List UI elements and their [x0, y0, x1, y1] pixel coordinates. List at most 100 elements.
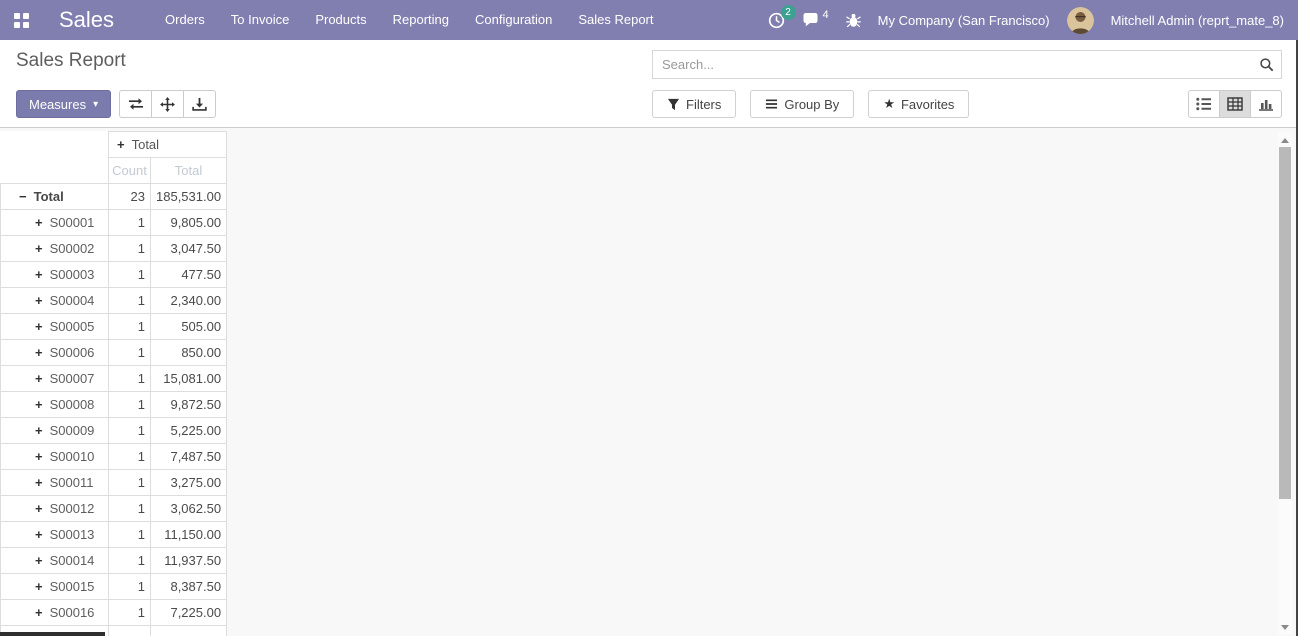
pivot-grid-icon	[1227, 97, 1243, 111]
row-header[interactable]: +S00007	[1, 366, 109, 392]
total-cell: 8,387.50	[151, 574, 227, 600]
row-header[interactable]: +S00012	[1, 496, 109, 522]
table-row: +S0001518,387.50	[1, 574, 227, 600]
row-header[interactable]: +S00006	[1, 340, 109, 366]
window-edge-bottom	[0, 632, 105, 636]
expand-icon[interactable]: +	[35, 241, 43, 256]
expand-icon[interactable]: +	[35, 605, 43, 620]
count-cell: 1	[109, 340, 151, 366]
count-cell: 1	[109, 470, 151, 496]
app-brand[interactable]: Sales	[59, 7, 114, 33]
nav-menu-item[interactable]: Sales Report	[565, 0, 666, 40]
total-cell: 11,150.00	[151, 522, 227, 548]
table-row: +S00014111,937.50	[1, 548, 227, 574]
chart-view-button[interactable]	[1250, 90, 1282, 118]
expand-icon[interactable]: +	[35, 579, 43, 594]
total-cell: 15,081.00	[151, 366, 227, 392]
row-header[interactable]: −Total	[1, 184, 109, 210]
download-xlsx-button[interactable]	[183, 90, 216, 118]
nav-menu-item[interactable]: Reporting	[380, 0, 462, 40]
vertical-scrollbar[interactable]	[1278, 132, 1292, 634]
expand-icon[interactable]: +	[35, 345, 43, 360]
top-navbar: Sales OrdersTo InvoiceProductsReportingC…	[0, 0, 1298, 40]
expand-icon[interactable]: +	[35, 371, 43, 386]
column-header-total[interactable]: Total	[151, 158, 227, 184]
expand-icon[interactable]: +	[35, 397, 43, 412]
row-header[interactable]: +S00015	[1, 574, 109, 600]
expand-icon[interactable]: +	[35, 475, 43, 490]
expand-icon[interactable]: +	[35, 501, 43, 516]
row-header[interactable]: +S00001	[1, 210, 109, 236]
expand-icon[interactable]: +	[35, 293, 43, 308]
pivot-view-button[interactable]	[1219, 90, 1251, 118]
company-menu[interactable]: My Company (San Francisco)	[878, 13, 1050, 28]
row-header[interactable]: +S00016	[1, 600, 109, 626]
pivot-table: +Total Count Total −Total23185,531.00+S0…	[0, 131, 227, 636]
nav-menu-item[interactable]: To Invoice	[218, 0, 303, 40]
expand-icon[interactable]: +	[35, 527, 43, 542]
measures-button[interactable]: Measures ▾	[16, 90, 111, 118]
expand-icon[interactable]: +	[35, 267, 43, 282]
table-row: +S0000819,872.50	[1, 392, 227, 418]
expand-all-button[interactable]	[151, 90, 184, 118]
flip-axis-button[interactable]	[119, 90, 152, 118]
search-input[interactable]	[653, 51, 1281, 78]
search-icon[interactable]	[1259, 57, 1274, 72]
flip-axis-icon	[128, 97, 144, 111]
expand-icon[interactable]: +	[35, 553, 43, 568]
table-row: +S0001213,062.50	[1, 496, 227, 522]
row-header[interactable]: +S00004	[1, 288, 109, 314]
row-header[interactable]: +S00010	[1, 444, 109, 470]
row-header[interactable]: +S00014	[1, 548, 109, 574]
scrollbar-down-arrow[interactable]	[1281, 625, 1289, 630]
activity-menu[interactable]: 2	[768, 12, 785, 29]
pivot-view-content: +Total Count Total −Total23185,531.00+S0…	[0, 128, 1298, 636]
expand-icon[interactable]: +	[35, 319, 43, 334]
column-group-header[interactable]: +Total	[109, 132, 227, 158]
total-cell: 3,275.00	[151, 470, 227, 496]
nav-menu-item[interactable]: Configuration	[462, 0, 565, 40]
row-header[interactable]: +S00011	[1, 470, 109, 496]
table-row: +S0000915,225.00	[1, 418, 227, 444]
expand-icon[interactable]: +	[35, 423, 43, 438]
group-by-bars-icon	[765, 98, 778, 110]
row-header[interactable]: +S00003	[1, 262, 109, 288]
count-cell: 1	[109, 548, 151, 574]
collapse-icon[interactable]: −	[19, 189, 27, 204]
favorites-button[interactable]: ★ Favorites	[868, 90, 969, 118]
scrollbar-up-arrow[interactable]	[1281, 138, 1289, 143]
nav-menu-item[interactable]: Orders	[152, 0, 218, 40]
table-row: +S0001017,487.50	[1, 444, 227, 470]
table-row: +S0000119,805.00	[1, 210, 227, 236]
table-row: +S0001617,225.00	[1, 600, 227, 626]
count-cell: 1	[109, 366, 151, 392]
nav-menu-item[interactable]: Products	[302, 0, 379, 40]
debug-menu[interactable]	[846, 12, 861, 28]
expand-icon[interactable]: +	[117, 137, 125, 152]
row-header[interactable]: +S00008	[1, 392, 109, 418]
page-title: Sales Report	[16, 50, 652, 72]
messages-menu[interactable]: 4	[802, 12, 829, 28]
count-cell: 1	[109, 574, 151, 600]
apps-menu-icon[interactable]	[14, 13, 29, 28]
row-header[interactable]: +S00009	[1, 418, 109, 444]
row-header[interactable]: +S00013	[1, 522, 109, 548]
list-view-icon	[1196, 97, 1212, 111]
total-cell: 5,225.00	[151, 418, 227, 444]
total-cell: 7,487.50	[151, 444, 227, 470]
total-cell: 850.00	[151, 340, 227, 366]
scrollbar-thumb[interactable]	[1279, 147, 1291, 499]
count-cell: 1	[109, 262, 151, 288]
group-by-button[interactable]: Group By	[750, 90, 854, 118]
table-row: +S00007115,081.00	[1, 366, 227, 392]
expand-icon[interactable]: +	[35, 215, 43, 230]
user-avatar[interactable]	[1067, 7, 1094, 34]
column-header-count[interactable]: Count	[109, 158, 151, 184]
list-view-button[interactable]	[1188, 90, 1220, 118]
filters-button[interactable]: Filters	[652, 90, 736, 118]
arrows-move-icon	[160, 97, 175, 112]
expand-icon[interactable]: +	[35, 449, 43, 464]
row-header[interactable]: +S00002	[1, 236, 109, 262]
user-menu[interactable]: Mitchell Admin (reprt_mate_8)	[1111, 13, 1284, 28]
row-header[interactable]: +S00005	[1, 314, 109, 340]
